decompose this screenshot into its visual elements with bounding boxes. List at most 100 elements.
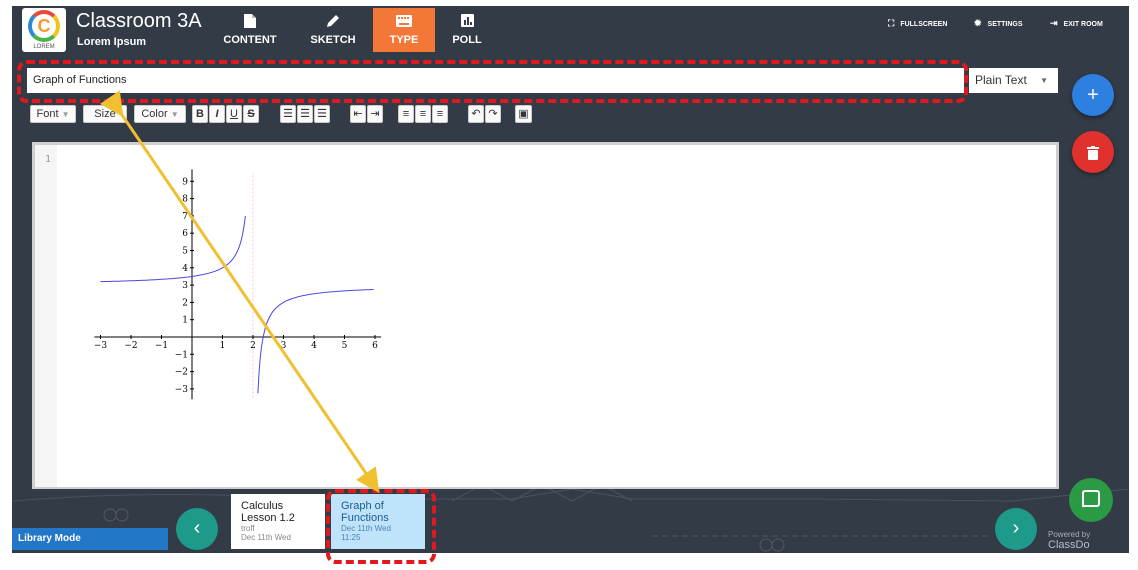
powered-by: Powered by ClassDo: [1048, 530, 1090, 551]
library-mode-label: Library Mode: [12, 528, 168, 550]
fullscreen-icon: ⛶: [888, 18, 895, 28]
format-select-value: Plain Text: [975, 73, 1027, 87]
checklist-button[interactable]: ☰: [314, 105, 330, 123]
align-right-button[interactable]: ≡: [432, 105, 448, 123]
strikethrough-button[interactable]: S: [243, 105, 259, 123]
checklist-icon: ☰: [317, 108, 327, 120]
room-subtitle: Lorem Ipsum: [77, 36, 147, 48]
chevron-left-icon: ‹: [193, 517, 201, 539]
card-date: Dec 11th Wed: [341, 524, 391, 533]
outdent-button[interactable]: ⇤: [350, 105, 366, 123]
y-tick-label: 4: [182, 264, 188, 274]
chevron-down-icon: ▼: [170, 110, 179, 119]
x-tick-label: 2: [250, 341, 256, 351]
color-label: Color: [141, 108, 168, 120]
align-center-button[interactable]: ≡: [415, 105, 431, 123]
y-tick-label: 8: [182, 195, 188, 205]
italic-button[interactable]: I: [209, 105, 225, 123]
color-dropdown[interactable]: Color ▼: [134, 105, 186, 123]
function-graph: −3 −2 −1 1 2 3 4 5 6 9 8 7 6 5 4 3 2 1 −1 −2 −3: [94, 169, 382, 400]
y-tick-label: −3: [175, 385, 189, 395]
card-date: Dec 11th Wed: [241, 533, 291, 542]
library-card-selected[interactable]: Graph of Functions Dec 11th Wed 11:25: [331, 494, 425, 549]
exit-icon: ⇥: [1050, 18, 1058, 28]
bullet-list-button[interactable]: ☰: [280, 105, 296, 123]
tab-type-label: TYPE: [389, 34, 419, 46]
tab-poll[interactable]: POLL: [436, 8, 498, 52]
tab-content-label: CONTENT: [223, 34, 277, 46]
pencil-icon: [302, 14, 364, 30]
x-tick-label: 6: [372, 341, 378, 351]
tab-sketch-label: SKETCH: [310, 34, 356, 46]
file-icon: [219, 14, 281, 30]
redo-icon: ↷: [488, 108, 498, 120]
y-tick-label: 3: [182, 281, 188, 291]
bar-chart-icon: [436, 14, 498, 30]
numbered-list-button[interactable]: ☰: [297, 105, 313, 123]
x-tick-label: 4: [311, 341, 317, 351]
curve-left-branch: [100, 215, 246, 283]
title-input[interactable]: Graph of Functions: [27, 68, 964, 93]
y-tick-label: 2: [182, 298, 188, 308]
tab-type[interactable]: TYPE: [373, 8, 435, 52]
app-window: C LOREM Classroom 3A Lorem Ipsum CONTENT…: [12, 6, 1129, 553]
settings-button[interactable]: ✹ SETTINGS: [974, 18, 1023, 29]
indent-button[interactable]: ⇥: [367, 105, 383, 123]
y-tick-label: 5: [182, 247, 188, 257]
classroom-logo: C LOREM: [22, 8, 66, 52]
font-dropdown[interactable]: Font ▼: [30, 105, 76, 123]
exit-room-button[interactable]: ⇥ EXIT ROOM: [1050, 18, 1103, 29]
y-tick-label: 9: [182, 177, 188, 187]
insert-image-button[interactable]: ▣: [515, 105, 532, 123]
indent-icon: ⇥: [370, 108, 380, 120]
chevron-right-icon: ›: [1012, 517, 1020, 539]
trash-icon: [1087, 141, 1099, 163]
chat-icon: [1082, 490, 1100, 507]
y-tick-label: 1: [182, 316, 188, 326]
previous-button[interactable]: ‹: [176, 508, 218, 550]
card-author: troff: [241, 524, 255, 533]
tab-poll-label: POLL: [452, 34, 482, 46]
align-left-icon: ≡: [402, 108, 410, 120]
x-tick-label: −3: [94, 341, 108, 351]
undo-icon: ↶: [471, 108, 481, 120]
library-card[interactable]: Calculus Lesson 1.2 troff Dec 11th Wed: [231, 494, 325, 549]
bold-button[interactable]: B: [192, 105, 208, 123]
chevron-down-icon: ▼: [1040, 76, 1048, 85]
outdent-icon: ⇤: [353, 108, 363, 120]
y-tick-label: 6: [182, 229, 188, 239]
size-dropdown[interactable]: Size: [83, 105, 127, 123]
chat-button[interactable]: [1069, 478, 1113, 522]
undo-button[interactable]: ↶: [468, 105, 484, 123]
line-gutter: 1: [35, 145, 57, 487]
font-label: Font: [36, 108, 59, 120]
underline-button[interactable]: U: [226, 105, 242, 123]
x-tick-label: −2: [124, 341, 137, 351]
tab-sketch[interactable]: SKETCH: [302, 8, 364, 52]
classdo-logo: ClassDo: [1048, 539, 1090, 551]
y-tick-label: 7: [182, 212, 188, 222]
logo-mark: C: [37, 16, 51, 36]
card-title: Graph of Functions: [341, 500, 389, 524]
image-icon: ▣: [518, 108, 529, 120]
numbered-list-icon: ☰: [300, 108, 310, 120]
keyboard-icon: [373, 14, 435, 30]
card-time: 11:25: [341, 533, 361, 542]
room-title: Classroom 3A: [76, 10, 202, 32]
chevron-down-icon: ▼: [61, 110, 70, 119]
next-button[interactable]: ›: [995, 508, 1037, 550]
fullscreen-button[interactable]: ⛶ FULLSCREEN: [888, 18, 947, 29]
redo-button[interactable]: ↷: [485, 105, 501, 123]
plus-icon: +: [1087, 84, 1099, 106]
format-select[interactable]: Plain Text ▼: [969, 68, 1058, 93]
line-number: 1: [44, 154, 51, 165]
editor-area[interactable]: 1 −3 −2 −1 1 2 3 4 5 6 9 8 7 6 5 4 3 2 1 −1 −2 −3: [32, 142, 1059, 490]
add-button[interactable]: +: [1072, 74, 1114, 116]
tab-content[interactable]: CONTENT: [219, 8, 281, 52]
align-left-button[interactable]: ≡: [398, 105, 414, 123]
x-tick-label: 1: [220, 341, 226, 351]
x-tick-label: −1: [155, 341, 168, 351]
logo-text: LOREM: [33, 44, 55, 50]
align-right-icon: ≡: [436, 108, 444, 120]
delete-button[interactable]: [1072, 131, 1114, 173]
